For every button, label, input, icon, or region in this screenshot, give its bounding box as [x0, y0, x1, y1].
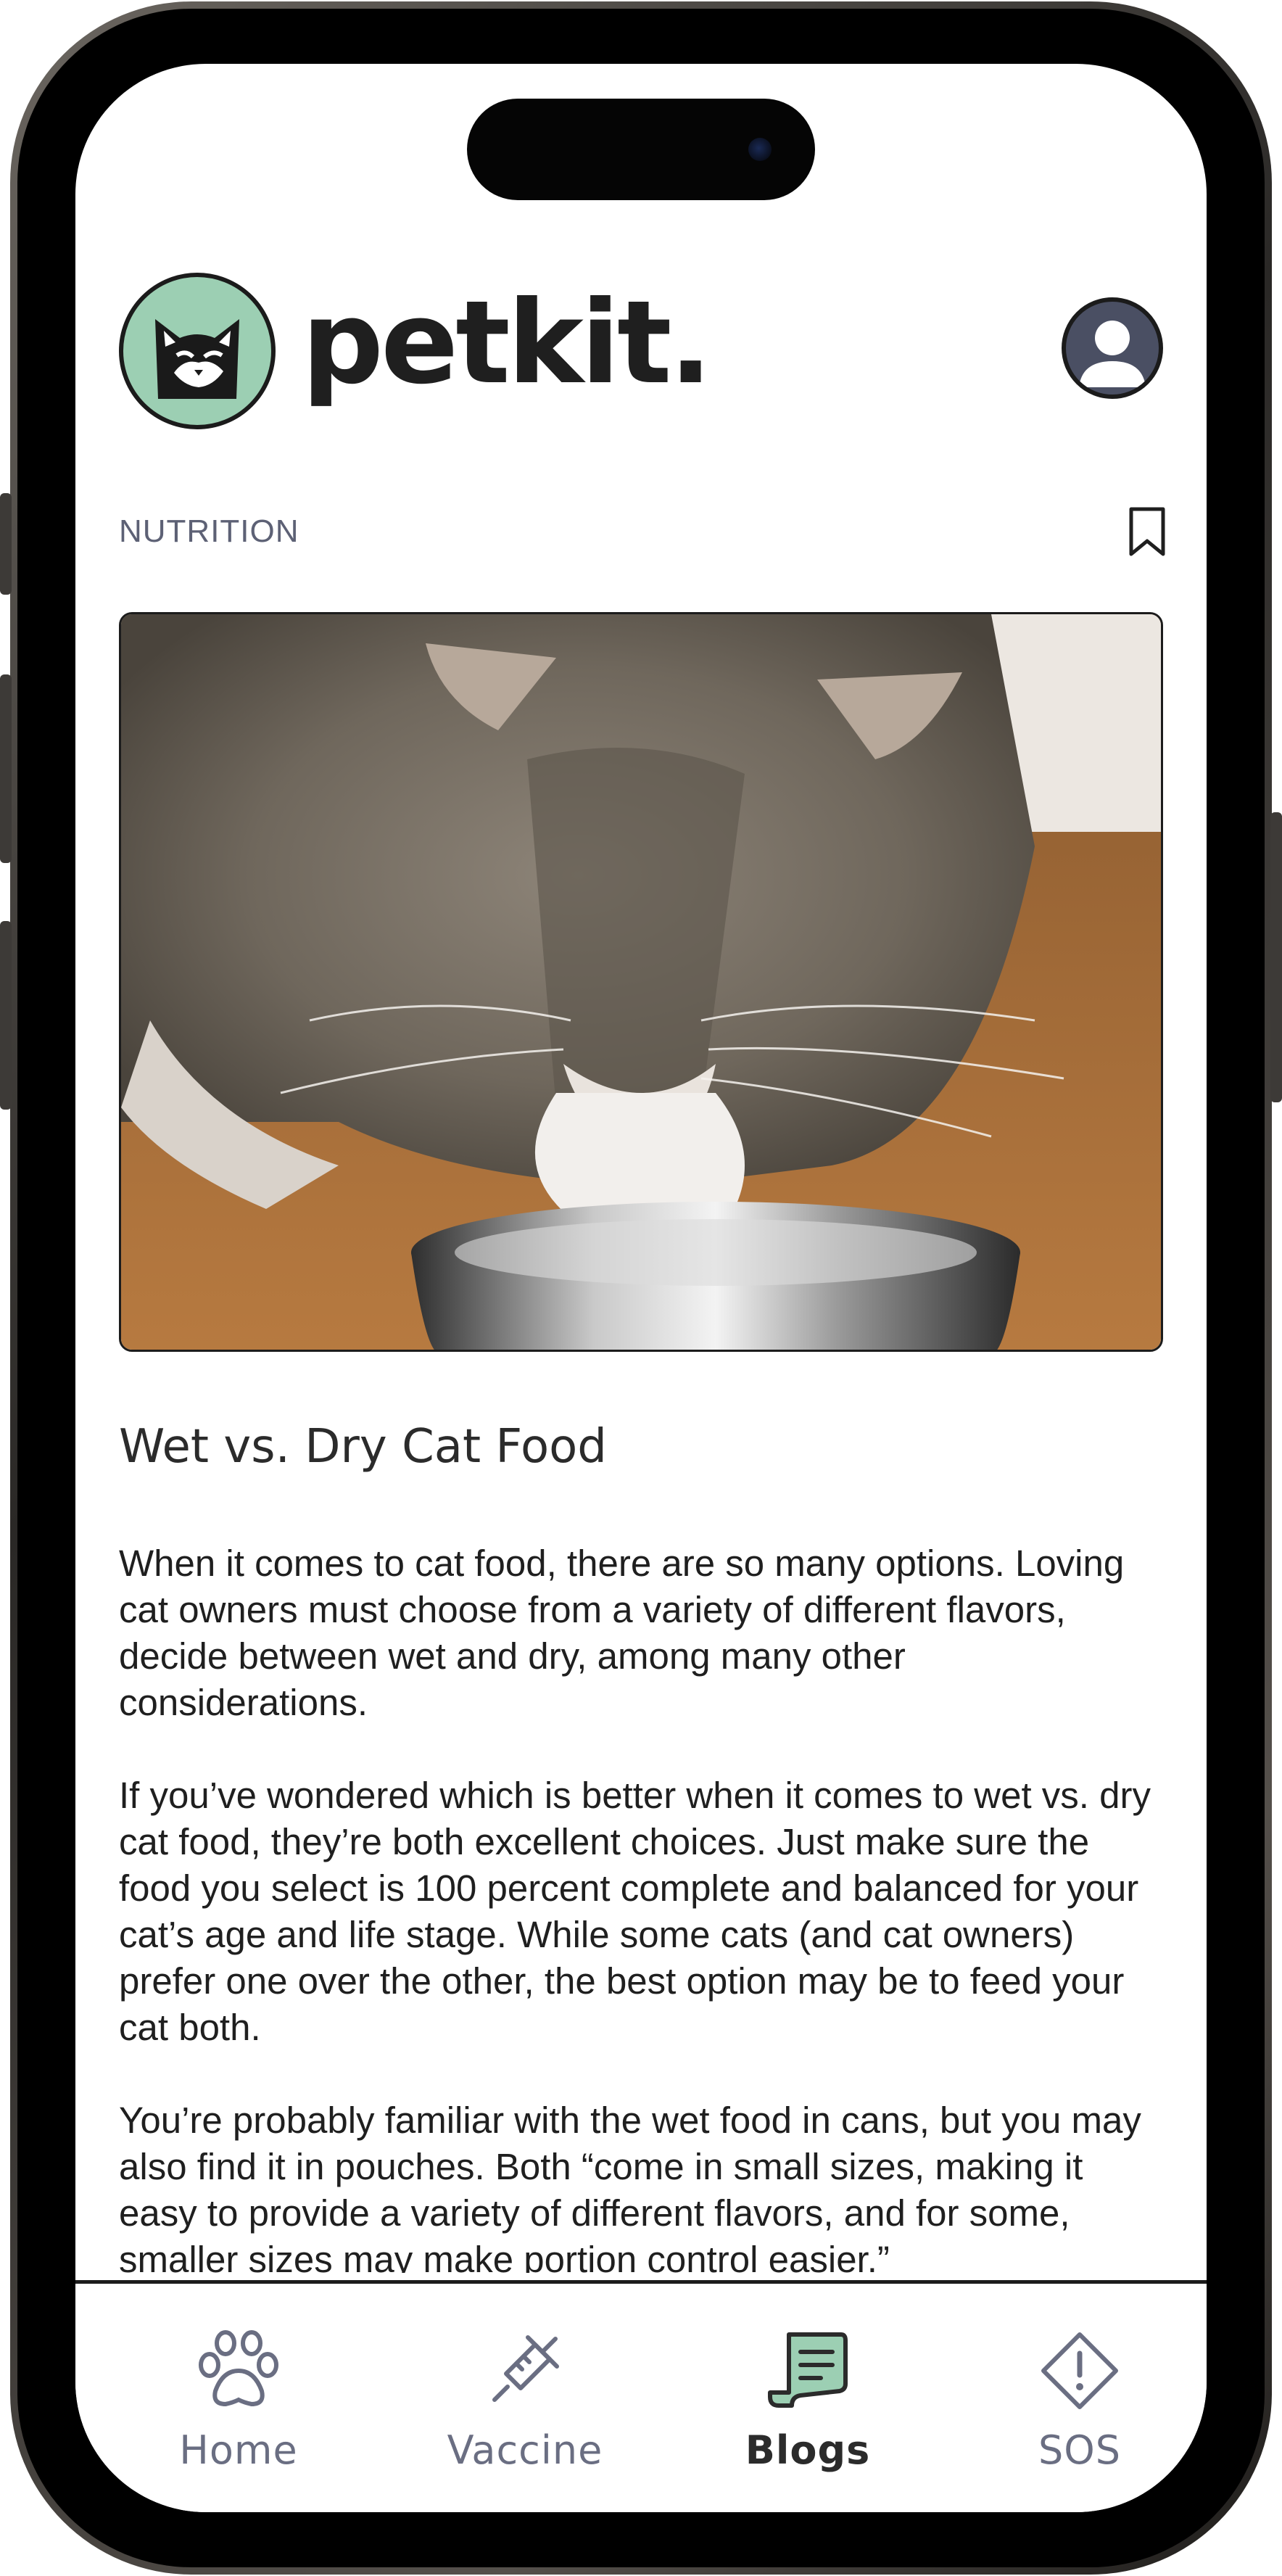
nav-label-vaccine: Vaccine — [447, 2427, 603, 2473]
article-category: NUTRITION — [119, 513, 299, 549]
nav-label-home: Home — [179, 2427, 298, 2473]
user-icon[interactable] — [1062, 297, 1163, 399]
side-button-volume-down — [0, 921, 12, 1110]
article-paragraph: When it comes to cat food, there are so … — [119, 1543, 1125, 1723]
nav-item-sos[interactable]: SOS — [1025, 2284, 1134, 2501]
dynamic-island — [467, 99, 815, 200]
nav-label-sos: SOS — [1038, 2427, 1122, 2473]
article-paragraph: If you’ve wondered which is better when … — [119, 1775, 1151, 2048]
alert-diamond-icon — [1035, 2330, 1125, 2410]
cat-logo-icon[interactable] — [119, 273, 276, 429]
nav-item-home[interactable]: Home — [162, 2284, 315, 2501]
side-button-mute — [0, 493, 12, 595]
side-button-volume-up — [0, 674, 12, 863]
nav-item-vaccine[interactable]: Vaccine — [434, 2284, 616, 2501]
article-title: Wet vs. Dry Cat Food — [119, 1420, 607, 1474]
side-button-power — [1270, 812, 1282, 1102]
article-paragraph: You’re probably familiar with the wet fo… — [119, 2100, 1141, 2273]
nav-label-blogs: Blogs — [745, 2427, 871, 2473]
nav-item-blogs[interactable]: Blogs — [735, 2284, 880, 2501]
camera-icon — [748, 138, 772, 161]
phone-screen: petkit. NUTRITION Wet vs. Dry Cat Food W… — [75, 64, 1207, 2512]
hero-image — [119, 612, 1163, 1352]
bottom-nav: Home Vaccine Blogs SOS — [75, 2280, 1207, 2512]
bookmark-icon[interactable] — [1127, 506, 1167, 557]
brand-name: petkit. — [302, 276, 713, 410]
syringe-icon — [480, 2330, 570, 2410]
paw-icon — [194, 2330, 284, 2410]
scroll-icon — [763, 2330, 853, 2410]
article-body[interactable]: When it comes to cat food, there are so … — [119, 1540, 1163, 2273]
